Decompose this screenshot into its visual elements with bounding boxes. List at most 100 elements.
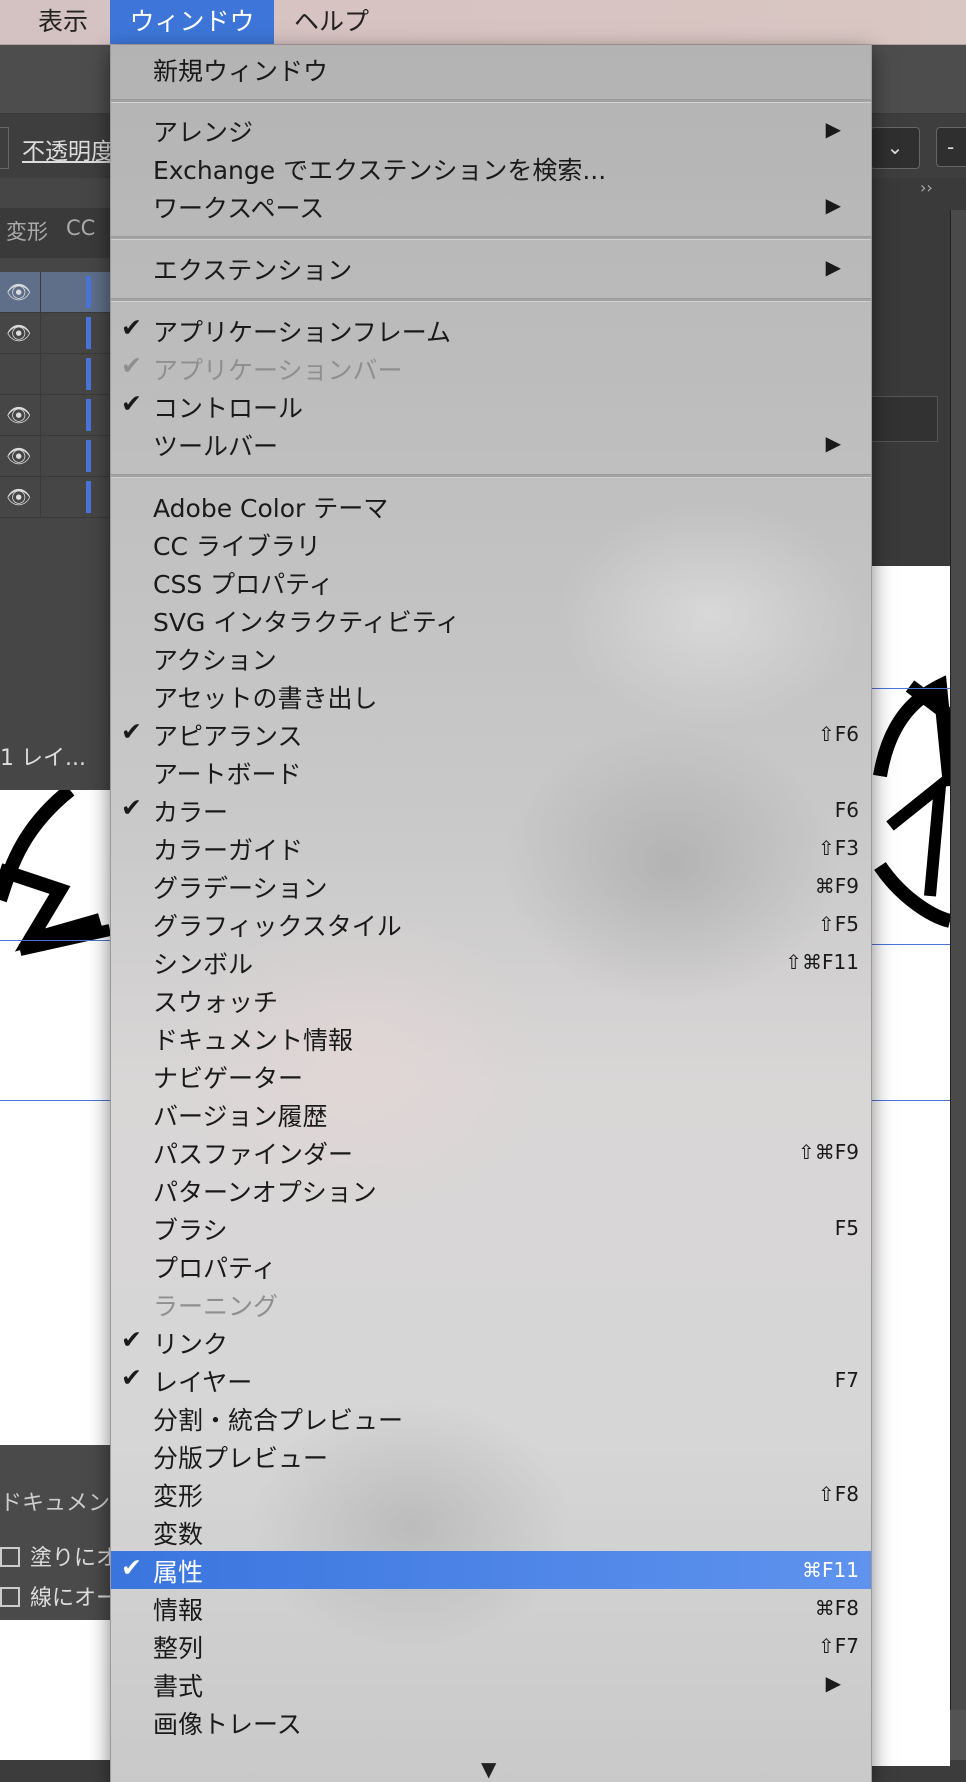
menu-item-info[interactable]: 情報 ⌘F8: [111, 1589, 871, 1627]
layer-row[interactable]: 👁: [0, 313, 110, 354]
shortcut-label: ⇧F3: [818, 836, 859, 860]
menu-item-document-info[interactable]: ドキュメント情報: [111, 1019, 871, 1057]
scroll-down-arrow-icon[interactable]: ▼: [481, 1757, 496, 1781]
menu-item-svg-interactivity[interactable]: SVG インタラクティビティ: [111, 601, 871, 639]
layer-row[interactable]: [0, 354, 110, 395]
guide-line: [0, 1100, 110, 1101]
checkmark-icon: ✔: [121, 717, 142, 746]
guide-line: [870, 688, 950, 689]
eye-icon[interactable]: 👁: [6, 280, 31, 304]
submenu-arrow-icon: ▶: [825, 255, 841, 279]
menu-item-pattern-options[interactable]: パターンオプション: [111, 1171, 871, 1209]
shortcut-label: F5: [834, 1216, 859, 1240]
menu-item-arrange[interactable]: アレンジ ▶: [111, 111, 871, 149]
dropdown-chevron-icon[interactable]: ⌄: [870, 127, 920, 169]
menu-item-swatches[interactable]: スウォッチ: [111, 981, 871, 1019]
window-menu: 新規ウィンドウ アレンジ ▶ Exchange でエクステンションを検索... ワ…: [110, 45, 872, 1782]
menubar-item-window[interactable]: ウィンドウ: [110, 0, 274, 44]
layer-row[interactable]: 👁: [0, 436, 110, 477]
opacity-label[interactable]: 不透明度: [22, 132, 112, 166]
menu-item-pathfinder[interactable]: パスファインダー ⇧⌘F9: [111, 1133, 871, 1171]
menu-item-attributes[interactable]: ✔ 属性 ⌘F11: [111, 1551, 871, 1589]
right-panel-strip: [950, 210, 966, 1710]
menubar-item-help[interactable]: ヘルプ: [294, 0, 369, 44]
menu-item-symbols[interactable]: シンボル ⇧⌘F11: [111, 943, 871, 981]
eye-icon[interactable]: 👁: [6, 321, 31, 345]
menu-item-image-trace[interactable]: 画像トレース: [111, 1703, 871, 1741]
menu-item-application-bar: ✔ アプリケーションバー: [121, 351, 403, 385]
shortcut-label: ⇧F6: [818, 722, 859, 746]
panel-tabs: 変形 CC: [0, 208, 110, 258]
tab-transform[interactable]: 変形: [6, 216, 48, 246]
menu-item-learn: ラーニング: [153, 1292, 279, 1321]
menu-item-artboards[interactable]: アートボード: [111, 753, 871, 791]
right-panel-field[interactable]: [870, 396, 938, 442]
menu-item-color-guide[interactable]: カラーガイド ⇧F3: [111, 829, 871, 867]
menu-item-flattener-preview[interactable]: 分割・統合プレビュー: [111, 1399, 871, 1437]
menu-item-css-properties[interactable]: CSS プロパティ: [111, 563, 871, 601]
menu-item-type[interactable]: 書式 ▶: [111, 1665, 871, 1703]
layer-count: 1 レイ...: [0, 746, 86, 771]
shortcut-label: F7: [834, 1368, 859, 1392]
menu-item-appearance[interactable]: ✔ アピアランス ⇧F6: [111, 715, 871, 753]
checkmark-icon: ✔: [121, 793, 142, 822]
guide-line: [870, 944, 950, 945]
menu-item-toolbar[interactable]: ツールバー ▶: [111, 425, 871, 463]
artwork-shape: [0, 784, 112, 956]
menu-item-variables[interactable]: 変数: [111, 1513, 871, 1551]
menu-item-asset-export[interactable]: アセットの書き出し: [111, 677, 871, 715]
menu-item-new-window[interactable]: 新規ウィンドウ: [111, 50, 871, 88]
tab-cc[interactable]: CC: [66, 216, 95, 240]
checkbox-icon[interactable]: [0, 1547, 20, 1567]
stroke-checkbox[interactable]: 線にオー: [0, 1580, 118, 1612]
menu-item-cc-libraries[interactable]: CC ライブラリ: [111, 525, 871, 563]
menu-item-links[interactable]: ✔ リンク: [111, 1323, 871, 1361]
menu-item-graphic-styles[interactable]: グラフィックスタイル ⇧F5: [111, 905, 871, 943]
checkbox-icon[interactable]: [0, 1587, 20, 1607]
menu-separator: [111, 298, 871, 302]
value-field[interactable]: -: [936, 127, 966, 167]
canvas-left[interactable]: [0, 784, 112, 1445]
eye-icon[interactable]: 👁: [6, 403, 31, 427]
layer-row[interactable]: 👁: [0, 272, 110, 313]
menu-item-properties[interactable]: プロパティ: [111, 1247, 871, 1285]
menu-item-brushes[interactable]: ブラシ F5: [111, 1209, 871, 1247]
menu-item-application-frame[interactable]: ✔ アプリケーションフレーム: [111, 311, 871, 349]
menu-item-align[interactable]: 整列 ⇧F7: [111, 1627, 871, 1665]
menu-item-find-extensions[interactable]: Exchange でエクステンションを検索...: [111, 149, 871, 187]
checkmark-icon: ✔: [121, 1363, 142, 1392]
layer-row[interactable]: 👁: [0, 395, 110, 436]
menu-item-adobe-color-themes[interactable]: Adobe Color テーマ: [111, 487, 871, 525]
shortcut-label: ⇧F5: [818, 912, 859, 936]
fill-checkbox[interactable]: 塗りにオ: [0, 1540, 118, 1572]
eye-icon[interactable]: 👁: [6, 444, 31, 468]
menubar-item-cut[interactable]: [0, 0, 6, 44]
collapse-chevrons-icon[interactable]: ››: [920, 178, 933, 197]
submenu-arrow-icon: ▶: [825, 431, 841, 455]
opacity-field[interactable]: [0, 127, 9, 169]
menu-item-version-history[interactable]: バージョン履歴: [111, 1095, 871, 1133]
checkmark-icon: ✔: [121, 313, 142, 342]
layer-row[interactable]: 👁: [0, 477, 110, 518]
menu-item-transform[interactable]: 変形 ⇧F8: [111, 1475, 871, 1513]
canvas-left-lower[interactable]: [0, 1620, 110, 1760]
menu-item-gradient[interactable]: グラデーション ⌘F9: [111, 867, 871, 905]
menu-item-extensions[interactable]: エクステンション ▶: [111, 249, 871, 287]
menu-item-control[interactable]: ✔ コントロール: [111, 387, 871, 425]
shortcut-label: ⇧F7: [818, 1634, 859, 1658]
menu-item-color[interactable]: ✔ カラー F6: [111, 791, 871, 829]
menubar-item-view[interactable]: 表示: [38, 0, 88, 44]
eye-icon[interactable]: 👁: [6, 485, 31, 509]
menu-item-separations-preview[interactable]: 分版プレビュー: [111, 1437, 871, 1475]
shortcut-label: F6: [834, 798, 859, 822]
checkmark-icon: ✔: [121, 1553, 142, 1582]
shortcut-label: ⌘F11: [802, 1558, 859, 1582]
menu-item-layers[interactable]: ✔ レイヤー F7: [111, 1361, 871, 1399]
canvas-right[interactable]: [870, 566, 957, 1766]
menu-item-navigator[interactable]: ナビゲーター: [111, 1057, 871, 1095]
menu-item-workspace[interactable]: ワークスペース ▶: [111, 187, 871, 225]
submenu-arrow-icon: ▶: [825, 117, 841, 141]
menu-item-actions[interactable]: アクション: [111, 639, 871, 677]
shortcut-label: ⌘F8: [814, 1596, 859, 1620]
guide-line: [0, 940, 110, 941]
